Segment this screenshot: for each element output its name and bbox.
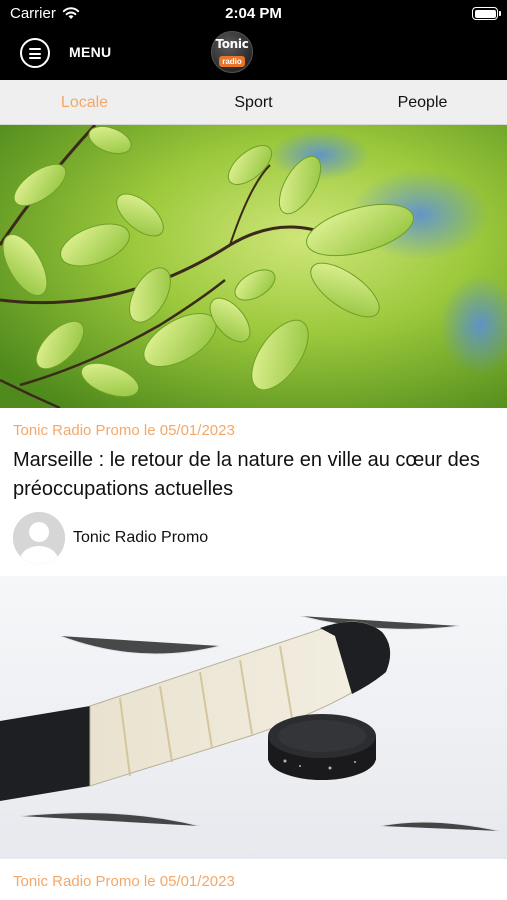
menu-button[interactable]: MENU (69, 44, 111, 60)
article-card[interactable]: Tonic Radio Promo le 05/01/2023 Marseill… (0, 125, 507, 564)
status-bar: Carrier 2:04 PM (0, 0, 507, 28)
avatar-placeholder-icon (13, 512, 65, 564)
menu-icon[interactable] (20, 38, 50, 68)
article-image[interactable] (0, 576, 507, 859)
author-avatar (13, 512, 65, 564)
category-tabs: Locale Sport People (0, 80, 507, 125)
clock: 2:04 PM (225, 5, 282, 22)
tab-people[interactable]: People (338, 80, 507, 124)
author-row: Tonic Radio Promo (13, 512, 413, 564)
tab-sport[interactable]: Sport (169, 80, 338, 124)
article-title[interactable]: Marseille : le retour de la nature en vi… (13, 446, 493, 504)
article-meta: Tonic Radio Promo le 05/01/2023 (13, 873, 235, 890)
logo-text-bottom: radio (219, 56, 245, 67)
article-image[interactable] (0, 125, 507, 408)
author-name: Tonic Radio Promo (73, 529, 209, 546)
tonic-radio-logo[interactable]: Tonic radio (211, 31, 253, 73)
article-meta: Tonic Radio Promo le 05/01/2023 (13, 422, 235, 439)
tab-locale[interactable]: Locale (0, 80, 169, 124)
top-bar: Carrier 2:04 PM MENU Tonic radio (0, 0, 507, 80)
logo-text-top: Tonic (215, 37, 249, 51)
battery-icon (472, 7, 501, 20)
article-card[interactable]: Tonic Radio Promo le 05/01/2023 (0, 576, 507, 890)
